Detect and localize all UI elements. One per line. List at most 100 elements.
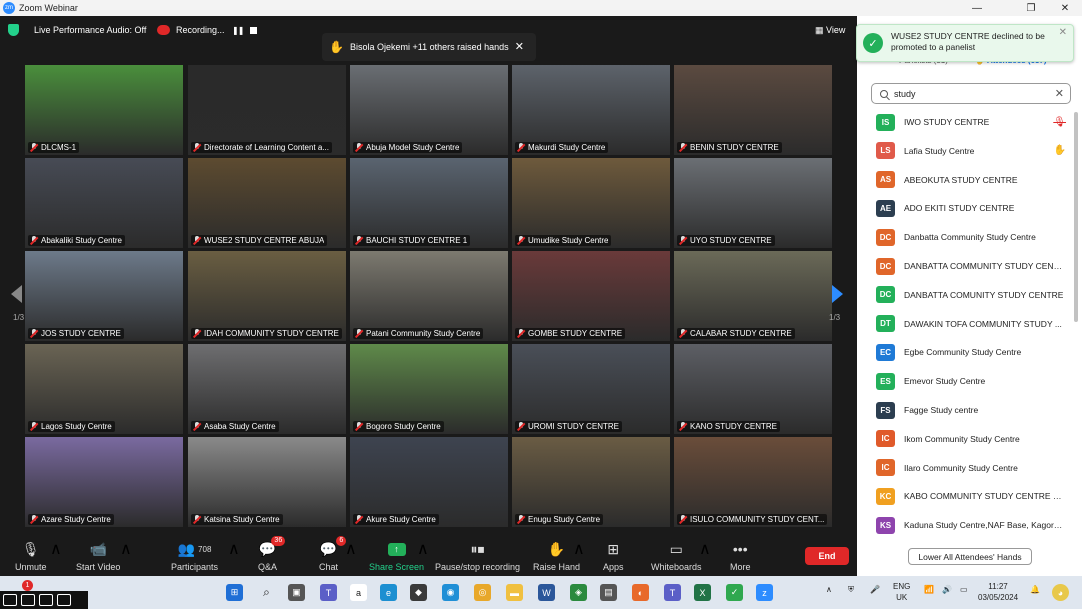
attendee-row[interactable]: IS IWO STUDY CENTRE 🎙 bbox=[857, 108, 1072, 136]
video-tile[interactable]: Azare Study Centre bbox=[25, 437, 183, 527]
video-tile[interactable]: Akure Study Centre bbox=[350, 437, 508, 527]
stop-recording-icon[interactable] bbox=[250, 27, 257, 34]
video-tile[interactable]: BENIN STUDY CENTRE bbox=[674, 65, 832, 155]
teams-icon[interactable]: T bbox=[320, 584, 337, 601]
attendee-row[interactable]: DC DANBATTA COMUNITY STUDY CENTRE bbox=[857, 281, 1072, 309]
chrome-icon[interactable]: ◎ bbox=[474, 584, 491, 601]
apps-button[interactable]: ⊞ Apps bbox=[603, 539, 624, 573]
security-shield-icon[interactable] bbox=[8, 24, 19, 36]
excel-icon[interactable]: X bbox=[694, 584, 711, 601]
settings-gear-icon[interactable] bbox=[57, 594, 71, 606]
raised-hand-icon[interactable]: ✋ bbox=[1054, 145, 1066, 156]
word-icon[interactable]: W bbox=[538, 584, 555, 601]
notifications-bell-icon[interactable]: 🔔 bbox=[1030, 585, 1040, 594]
whiteboards-button[interactable]: ▭ Whiteboards bbox=[651, 539, 702, 573]
video-tile[interactable]: Enugu Study Centre bbox=[512, 437, 670, 527]
copilot-icon[interactable]: ◕ bbox=[1052, 584, 1069, 601]
attendee-row[interactable]: DC Danbatta Community Study Centre bbox=[857, 223, 1072, 251]
lower-all-hands-button[interactable]: Lower All Attendees' Hands bbox=[908, 548, 1032, 565]
search-box[interactable]: ✕ bbox=[871, 83, 1071, 104]
share-screen-button[interactable]: ↑ Share Screen bbox=[369, 539, 424, 572]
video-tile[interactable]: WUSE2 STUDY CENTRE ABUJA bbox=[188, 158, 346, 248]
amazon-icon[interactable]: a bbox=[350, 584, 367, 601]
maximize-button[interactable]: ❐ bbox=[1014, 0, 1048, 16]
share-caret-icon[interactable]: ∧ bbox=[417, 539, 429, 559]
more-button[interactable]: ••• More bbox=[730, 539, 751, 572]
participants-caret-icon[interactable]: ∧ bbox=[228, 539, 240, 559]
next-page-arrow-icon[interactable] bbox=[832, 285, 843, 303]
video-icon[interactable] bbox=[21, 594, 35, 606]
close-toast-icon[interactable]: ✕ bbox=[1059, 27, 1067, 38]
teams-icon-2[interactable]: T bbox=[664, 584, 681, 601]
attendee-row[interactable]: EC Egbe Community Study Centre bbox=[857, 338, 1072, 366]
camera-icon[interactable] bbox=[3, 594, 17, 606]
participants-button[interactable]: 👥 708 Participants bbox=[171, 539, 218, 573]
view-button[interactable]: ▦ View bbox=[815, 25, 845, 36]
attendee-row[interactable]: KS Kaduna Study Centre,NAF Base, Kagoro..… bbox=[857, 511, 1072, 539]
video-tile[interactable]: CALABAR STUDY CENTRE bbox=[674, 251, 832, 341]
previous-page-arrow-icon[interactable] bbox=[11, 285, 22, 303]
video-tile[interactable]: UROMI STUDY CENTRE bbox=[512, 344, 670, 434]
app-icon-green[interactable]: ◈ bbox=[570, 584, 587, 601]
language-indicator[interactable]: ENG UK bbox=[893, 581, 910, 603]
end-button[interactable]: End bbox=[805, 547, 849, 565]
video-tile[interactable]: DLCMS-1 bbox=[25, 65, 183, 155]
video-tile[interactable]: ISULO COMMUNITY STUDY CENT... bbox=[674, 437, 832, 527]
video-tile[interactable]: Bogoro Study Centre bbox=[350, 344, 508, 434]
store-icon[interactable]: ◆ bbox=[410, 584, 427, 601]
attendee-row[interactable]: IC Ikom Community Study Centre bbox=[857, 425, 1072, 453]
unmute-button[interactable]: 🎙 Unmute bbox=[15, 539, 47, 573]
minimize-button[interactable]: — bbox=[960, 0, 994, 16]
live-audio-status[interactable]: Live Performance Audio: Off bbox=[34, 25, 146, 35]
video-tile[interactable]: IDAH COMMUNITY STUDY CENTRE bbox=[188, 251, 346, 341]
pause-recording-button[interactable]: ⏸⏹ Pause/stop recording bbox=[435, 539, 520, 573]
video-tile[interactable]: Makurdi Study Centre bbox=[512, 65, 670, 155]
video-tile[interactable]: UYO STUDY CENTRE bbox=[674, 158, 832, 248]
attendee-row[interactable]: AE ADO EKITI STUDY CENTRE bbox=[857, 194, 1072, 222]
chat-caret-icon[interactable]: ∧ bbox=[345, 539, 357, 559]
zoom-taskbar-icon[interactable]: z bbox=[756, 584, 773, 601]
video-tile[interactable]: Abuja Model Study Centre bbox=[350, 65, 508, 155]
wifi-icon[interactable]: 📶 bbox=[924, 585, 934, 594]
video-tile[interactable]: GOMBE STUDY CENTRE bbox=[512, 251, 670, 341]
video-tile[interactable]: Katsina Study Centre bbox=[188, 437, 346, 527]
attendee-row[interactable]: IC Ilaro Community Study Centre bbox=[857, 454, 1072, 482]
attendee-row[interactable]: AS ABEOKUTA STUDY CENTRE bbox=[857, 166, 1072, 194]
attendee-row[interactable]: FS Fagge Study centre bbox=[857, 396, 1072, 424]
show-hidden-icons-icon[interactable]: ∧ bbox=[826, 585, 832, 594]
start-menu-icon[interactable]: ⊞ bbox=[226, 584, 243, 601]
video-tile[interactable]: Asaba Study Centre bbox=[188, 344, 346, 434]
video-tile[interactable]: BAUCHI STUDY CENTRE 1 bbox=[350, 158, 508, 248]
attendee-row[interactable]: LS Lafia Study Centre ✋ bbox=[857, 137, 1072, 165]
audio-options-caret-icon[interactable]: ∧ bbox=[50, 539, 62, 559]
file-explorer-icon[interactable]: ▬ bbox=[506, 584, 523, 601]
mic-muted-icon[interactable]: 🎙 bbox=[1053, 117, 1066, 128]
attendee-row[interactable]: DC DANBATTA COMMUNITY STUDY CENT... bbox=[857, 252, 1072, 280]
attendee-row[interactable]: KC KABO COMMUNITY STUDY CENTRE K... bbox=[857, 482, 1072, 510]
app-icon-check[interactable]: ✓ bbox=[726, 584, 743, 601]
qa-button[interactable]: 💬 36 Q&A bbox=[258, 536, 286, 572]
video-tile[interactable]: Lagos Study Centre bbox=[25, 344, 183, 434]
video-tile[interactable]: JOS STUDY CENTRE bbox=[25, 251, 183, 341]
close-window-button[interactable]: ✕ bbox=[1048, 0, 1082, 16]
battery-icon[interactable]: ▭ bbox=[960, 585, 968, 594]
video-tile[interactable]: Directorate of Learning Content a... bbox=[188, 65, 346, 155]
volume-icon[interactable]: 🔊 bbox=[942, 585, 952, 594]
raised-hands-banner[interactable]: ✋ Bisola Ojekemi +11 others raised hands… bbox=[322, 33, 536, 61]
clock[interactable]: 11:27 03/05/2024 bbox=[978, 581, 1018, 603]
close-banner-icon[interactable]: ✕ bbox=[515, 40, 524, 53]
attendee-row[interactable]: ES Emevor Study Centre bbox=[857, 367, 1072, 395]
whiteboards-caret-icon[interactable]: ∧ bbox=[699, 539, 711, 559]
app-icon-gray[interactable]: ▤ bbox=[600, 584, 617, 601]
chat-button[interactable]: 💬 6 Chat bbox=[319, 536, 347, 572]
video-tile[interactable]: Abakaliki Study Centre bbox=[25, 158, 183, 248]
reactions-caret-icon[interactable]: ∧ bbox=[573, 539, 585, 559]
clear-search-icon[interactable]: ✕ bbox=[1055, 87, 1064, 100]
video-tile[interactable]: Patani Community Study Centre bbox=[350, 251, 508, 341]
pause-recording-icon[interactable]: ❚❚ bbox=[232, 26, 244, 35]
firefox-icon[interactable]: ◐ bbox=[632, 584, 649, 601]
edge-icon[interactable]: e bbox=[380, 584, 397, 601]
start-video-button[interactable]: 📹 Start Video bbox=[76, 539, 120, 573]
search-taskbar-icon[interactable]: ⌕ bbox=[258, 584, 275, 601]
microphone-tray-icon[interactable]: 🎤 bbox=[870, 585, 880, 594]
